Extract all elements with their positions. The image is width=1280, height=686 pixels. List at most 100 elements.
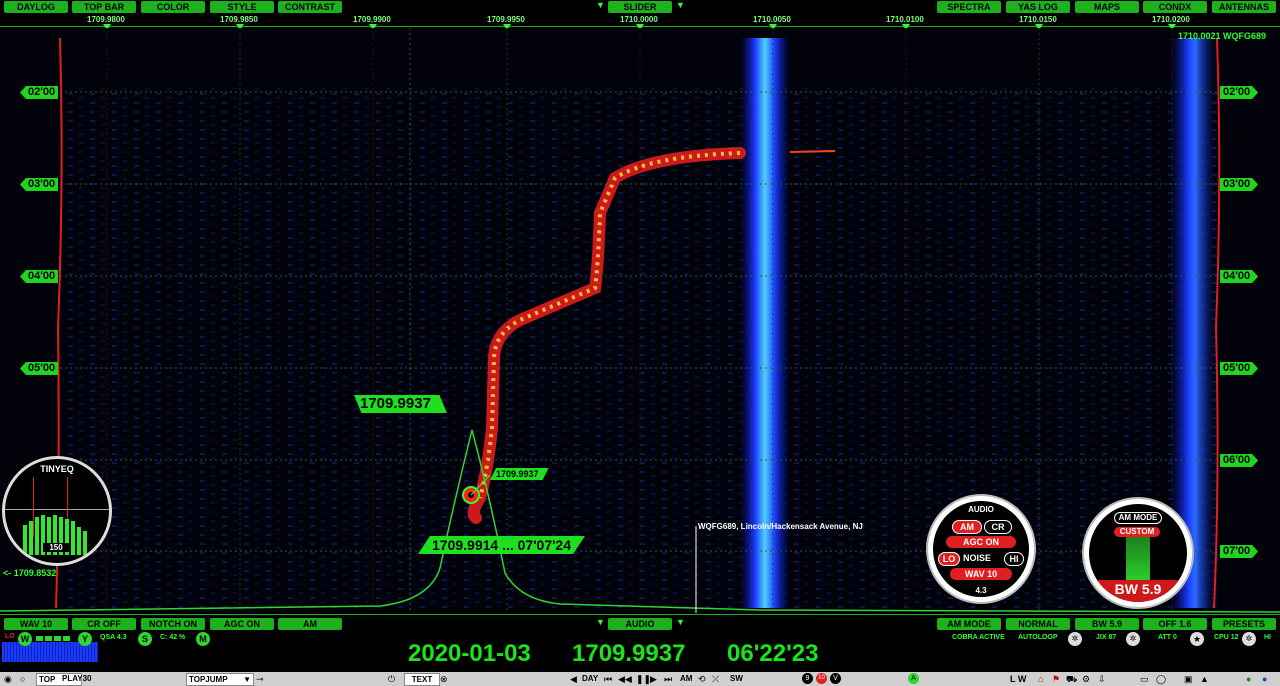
bw-dial[interactable]: BW 5.9 AM MODE CUSTOM: [1082, 497, 1194, 609]
rewind-icon[interactable]: ⏮: [604, 673, 612, 685]
readout-time: 06'22'23: [727, 640, 819, 667]
yas-log-button[interactable]: YAS LOG: [1006, 1, 1070, 13]
hi-indicator: HI: [1264, 634, 1271, 641]
wav-button[interactable]: WAV 10: [4, 618, 68, 630]
style-button[interactable]: STYLE: [210, 1, 274, 13]
jix-readout: JIX 87: [1096, 634, 1117, 641]
custom-badge[interactable]: CUSTOM: [1114, 527, 1160, 537]
notch-button[interactable]: NOTCH ON: [141, 618, 205, 630]
cr-button[interactable]: CR: [984, 520, 1012, 534]
am-button[interactable]: AM: [278, 618, 342, 630]
pause-icon[interactable]: ❚❚: [636, 673, 651, 685]
m-icon[interactable]: M: [196, 632, 210, 646]
agc-button[interactable]: AGC ON: [210, 618, 274, 630]
antennas-button[interactable]: ANTENNAS: [1212, 1, 1276, 13]
normal-button[interactable]: NORMAL: [1006, 618, 1070, 630]
slider-button[interactable]: SLIDER: [608, 1, 672, 13]
text-button[interactable]: TEXT: [404, 673, 440, 686]
condx-button[interactable]: CONDX: [1143, 1, 1207, 13]
am-mode-button[interactable]: AM MODE: [937, 618, 1001, 630]
audio-right-arrow[interactable]: ▼: [676, 617, 685, 627]
audio-dial[interactable]: AUDIO AM CR AGC ON LO NOISE HI WAV 10 4.…: [926, 494, 1036, 604]
audio-value: 4.3: [975, 586, 987, 595]
s-icon[interactable]: S: [138, 632, 152, 646]
record-icon[interactable]: ◉: [4, 673, 12, 685]
number-10-icon[interactable]: 10: [816, 673, 827, 684]
day-label[interactable]: DAY: [582, 673, 598, 685]
c-readout: C: 42 %: [160, 634, 186, 641]
taskbar: ◉ ○ TOP PLAY30 TOPJUMP ▼ ⊸ ⏻ TEXT ⊗ ◀ DAY…: [0, 672, 1280, 686]
wav-button[interactable]: WAV 10: [950, 568, 1012, 580]
cobra-status: COBRA ACTIVE: [952, 634, 1005, 641]
freq-scale-label: 1709.9800: [87, 15, 125, 24]
bw-button[interactable]: BW 5.9: [1075, 618, 1139, 630]
circle-icon[interactable]: ○: [20, 673, 25, 685]
daylog-button[interactable]: DAYLOG: [4, 1, 68, 13]
close-icon[interactable]: ⊗: [440, 673, 448, 685]
slider-left-arrow[interactable]: ▼: [596, 0, 605, 10]
offset-button[interactable]: OFF 1.6: [1143, 618, 1207, 630]
lw-label[interactable]: L W: [1010, 673, 1026, 685]
car-icon[interactable]: ⛟: [1066, 673, 1077, 685]
att-readout: ATT 0: [1158, 634, 1177, 641]
down-icon[interactable]: ⇩: [1098, 673, 1106, 685]
square-icon[interactable]: ▣: [1184, 673, 1193, 685]
am-button[interactable]: AM: [952, 520, 982, 534]
w-icon[interactable]: W: [18, 632, 32, 646]
slider-right-arrow[interactable]: ▼: [676, 0, 685, 10]
freq-scale-label: 1710.0000: [620, 15, 658, 24]
v-icon[interactable]: V: [830, 673, 841, 684]
window-icon[interactable]: ▭: [1140, 673, 1149, 685]
audio-left-arrow[interactable]: ▼: [596, 617, 605, 627]
tag-icon[interactable]: ▲: [1200, 673, 1209, 685]
paw-icon[interactable]: ✲: [1126, 632, 1140, 646]
hi-button[interactable]: HI: [1004, 552, 1024, 566]
marker-small-label: 1709.9937: [490, 468, 549, 480]
forward-icon[interactable]: ▶: [650, 673, 657, 685]
topjump-dropdown[interactable]: TOPJUMP ▼: [186, 673, 254, 686]
am-mode-badge[interactable]: AM MODE: [1114, 512, 1162, 524]
star-icon[interactable]: ★: [1190, 632, 1204, 646]
home-icon[interactable]: ⌂: [1038, 673, 1043, 685]
tinyeq-value: 150: [43, 543, 69, 552]
prev-icon[interactable]: ◀: [570, 673, 577, 685]
power-icon[interactable]: ⏻: [388, 673, 395, 685]
cheetah-icon[interactable]: ⊸: [256, 673, 264, 685]
freq-scale-label: 1710.0100: [886, 15, 924, 24]
top-bar-button[interactable]: TOP BAR: [72, 1, 136, 13]
freq-scale-label: 1710.0050: [753, 15, 791, 24]
time-label-left: 04'00: [20, 270, 59, 283]
a-icon[interactable]: A: [908, 673, 919, 684]
crossing-icon[interactable]: ⤫: [712, 673, 719, 685]
presets-button[interactable]: PRESETS: [1212, 618, 1276, 630]
audio-button[interactable]: AUDIO: [608, 618, 672, 630]
globe-icon[interactable]: ●: [1246, 673, 1251, 685]
flag-icon[interactable]: ⚑: [1052, 673, 1060, 685]
time-label-right: 03'00: [1220, 178, 1258, 191]
paw-icon[interactable]: ✲: [1068, 632, 1082, 646]
readout-frequency: 1709.9937: [572, 640, 686, 667]
am-label[interactable]: AM: [680, 673, 692, 685]
agc-button[interactable]: AGC ON: [946, 536, 1016, 548]
bw-value: BW 5.9: [1089, 580, 1187, 602]
back-icon[interactable]: ◀◀: [618, 673, 632, 685]
settings-icon[interactable]: ⚙: [1082, 673, 1090, 685]
time-label-right: 04'00: [1220, 270, 1258, 283]
lo-button[interactable]: LO: [938, 552, 960, 566]
tinyeq-dial[interactable]: TINYEQ 150: [2, 456, 112, 566]
end-icon[interactable]: ⏭: [664, 673, 672, 685]
spectra-button[interactable]: SPECTRA: [937, 1, 1001, 13]
paw-icon[interactable]: ✲: [1242, 632, 1256, 646]
contrast-button[interactable]: CONTRAST: [278, 1, 342, 13]
maps-button[interactable]: MAPS: [1075, 1, 1139, 13]
number-9-icon[interactable]: 9: [802, 673, 813, 684]
freq-scale-label: 1710.0150: [1019, 15, 1057, 24]
color-button[interactable]: COLOR: [141, 1, 205, 13]
toggle-icon[interactable]: ◯: [1156, 673, 1166, 685]
y-icon[interactable]: Y: [78, 632, 92, 646]
loop-icon[interactable]: ⟲: [698, 673, 706, 685]
sw-label[interactable]: SW: [730, 673, 743, 685]
cr-off-button[interactable]: CR OFF: [72, 618, 136, 630]
tinyeq-freq: <- 1709.8532: [3, 568, 57, 578]
drop-icon[interactable]: ●: [1262, 673, 1267, 685]
